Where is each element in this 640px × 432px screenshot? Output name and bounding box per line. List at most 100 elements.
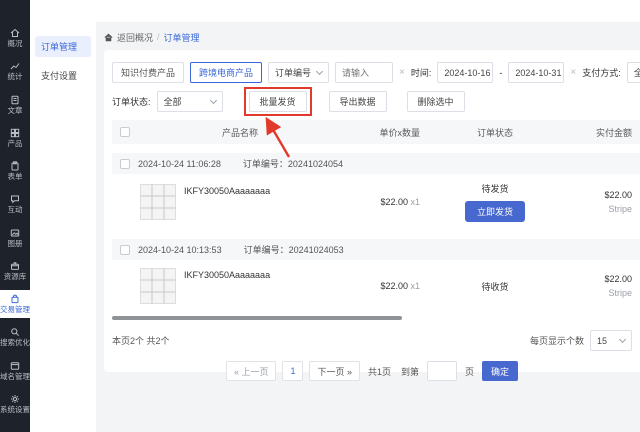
filter-row-1: 知识付费产品 跨境电商产品 订单编号 × 时间: 2024-10-16 - 20…: [112, 62, 640, 83]
tab-crossborder-products[interactable]: 跨境电商产品: [190, 62, 262, 83]
chevron-down-icon: [209, 97, 216, 104]
sidebar-item-products[interactable]: 产品: [0, 124, 30, 152]
order-field-select[interactable]: 订单编号: [268, 62, 329, 83]
order-checkbox[interactable]: [120, 159, 130, 169]
status-cell: 待发货 立即发货: [420, 182, 570, 222]
submenu-item-order-management[interactable]: 订单管理: [35, 36, 91, 57]
date-to-input[interactable]: 2024-10-31: [508, 62, 564, 83]
batch-ship-button[interactable]: 批量发货: [249, 91, 307, 112]
next-page-button[interactable]: 下一页 »: [309, 361, 360, 381]
product-cell: IKFY30050Aaaaaaaa: [140, 268, 340, 304]
clear-search-icon[interactable]: ×: [399, 67, 405, 78]
goto-page-label: 到第: [401, 365, 419, 378]
order-row: IKFY30050Aaaaaaaa $22.00 x1 待收货 $22.00 S…: [112, 260, 640, 306]
sidebar-item-domain[interactable]: 域名管理: [0, 357, 30, 385]
paid-amount: $22.00: [570, 190, 632, 200]
sidebar-item-label: 图册: [8, 240, 23, 248]
sidebar-item-interaction[interactable]: 互动: [0, 190, 30, 218]
payment-channel: Stripe: [570, 288, 632, 298]
amount-cell: $22.00 Stripe: [570, 274, 640, 298]
filter-row-2: 订单状态: 全部 批量发货 导出数据 删除选中: [112, 91, 640, 112]
clear-date-icon[interactable]: ×: [570, 67, 576, 78]
date-to-value: 2024-10-31: [515, 68, 561, 78]
sidebar-item-gallery[interactable]: 图册: [0, 224, 30, 252]
sidebar-item-trade-management[interactable]: 交易管理: [0, 290, 30, 318]
delete-selected-button[interactable]: 删除选中: [407, 91, 465, 112]
sidebar-item-overview[interactable]: 概况: [0, 24, 30, 52]
amount-cell: $22.00 Stripe: [570, 190, 640, 214]
order-list-card: 知识付费产品 跨境电商产品 订单编号 × 时间: 2024-10-16 - 20…: [104, 50, 640, 372]
column-header-amount: 实付金额: [570, 126, 640, 139]
app-window: 概况 统计 文章 产品 表单 互动 图册 资源库: [0, 0, 640, 432]
sidebar-item-settings[interactable]: 系统设置: [0, 390, 30, 418]
goto-confirm-button[interactable]: 确定: [482, 361, 518, 381]
sidebar-item-seo[interactable]: 搜索优化: [0, 323, 30, 351]
pay-method-select[interactable]: 全部: [627, 62, 640, 83]
submenu-item-payment-settings[interactable]: 支付设置: [35, 65, 91, 86]
quantity: x1: [410, 281, 420, 291]
sidebar-item-label: 概况: [8, 40, 23, 48]
order-row: IKFY30050Aaaaaaaa $22.00 x1 待发货 立即发货 $22…: [112, 174, 640, 230]
order-group-header: 2024-10-24 11:06:28 订单编号： 20241024054: [112, 153, 640, 174]
goto-page-suffix: 页: [465, 365, 474, 378]
sidebar-item-forms[interactable]: 表单: [0, 157, 30, 185]
date-from-input[interactable]: 2024-10-16: [437, 62, 493, 83]
order-no: 20241024054: [288, 159, 343, 169]
list-footer: 本页2个 共2个 每页显示个数 15: [112, 330, 640, 351]
order-group-header: 2024-10-24 10:13:53 订单编号： 20241024053: [112, 239, 640, 260]
home-icon: [10, 28, 20, 38]
table-header: 产品名称 单价x数量 订单状态 实付金额: [112, 120, 640, 144]
stats-icon: [10, 61, 20, 71]
order-group: 2024-10-24 10:13:53 订单编号： 20241024053 IK…: [112, 239, 640, 306]
order-status-select[interactable]: 全部: [157, 91, 223, 112]
main-area: 返回概况 / 订单管理 知识付费产品 跨境电商产品 订单编号 × 时间: 202…: [96, 0, 640, 432]
tab-knowledge-products[interactable]: 知识付费产品: [112, 62, 184, 83]
page-number-button[interactable]: 1: [282, 361, 303, 381]
magnifier-icon: [10, 327, 20, 337]
time-filter-label: 时间:: [411, 66, 432, 79]
sidebar-item-label: 统计: [8, 73, 23, 81]
select-all-checkbox[interactable]: [120, 127, 130, 137]
sidebar-item-resources[interactable]: 资源库: [0, 257, 30, 285]
product-thumbnail-image: [140, 268, 176, 304]
page-size-control: 每页显示个数 15: [530, 330, 632, 351]
order-checkbox[interactable]: [120, 245, 130, 255]
sidebar-item-label: 交易管理: [0, 306, 30, 314]
gear-icon: [10, 394, 20, 404]
chevron-down-icon: [619, 336, 626, 343]
order-datetime: 2024-10-24 10:13:53: [138, 245, 222, 255]
export-data-button[interactable]: 导出数据: [329, 91, 387, 112]
pay-method-value: 全部: [634, 66, 640, 79]
date-from-value: 2024-10-16: [444, 68, 490, 78]
batch-ship-annotated: 批量发货: [249, 91, 307, 112]
sidebar-item-label: 资源库: [4, 273, 27, 281]
date-range-separator: -: [499, 68, 502, 78]
order-no-label: 订单编号：: [243, 157, 288, 170]
payment-channel: Stripe: [570, 204, 632, 214]
status-cell: 待收货: [420, 280, 570, 293]
shopping-bag-icon: [10, 294, 20, 304]
scrollbar-thumb[interactable]: [112, 316, 402, 320]
order-field-value: 订单编号: [275, 66, 311, 79]
product-thumbnail-image: [140, 184, 176, 220]
order-status-value: 全部: [164, 95, 182, 108]
pay-method-label: 支付方式:: [582, 66, 621, 79]
order-datetime: 2024-10-24 11:06:28: [138, 159, 221, 169]
ship-now-button[interactable]: 立即发货: [465, 201, 525, 222]
prev-page-button[interactable]: « 上一页: [226, 361, 277, 381]
breadcrumb: 返回概况 / 订单管理: [104, 28, 640, 46]
price-qty-cell: $22.00 x1: [340, 197, 420, 207]
page-size-select[interactable]: 15: [590, 330, 632, 351]
sidebar-item-statistics[interactable]: 统计: [0, 57, 30, 85]
order-status-text: 待发货: [420, 182, 570, 195]
sidebar-item-articles[interactable]: 文章: [0, 91, 30, 119]
order-no: 20241024053: [289, 245, 344, 255]
order-search-input[interactable]: [335, 62, 393, 83]
breadcrumb-back-link[interactable]: 返回概况: [117, 31, 153, 44]
page-size-label: 每页显示个数: [530, 334, 584, 347]
box-icon: [10, 261, 20, 271]
goto-page-input[interactable]: [427, 361, 457, 381]
sidebar-item-label: 文章: [8, 107, 23, 115]
total-pages-text: 共1页: [368, 365, 391, 378]
article-icon: [10, 95, 20, 105]
